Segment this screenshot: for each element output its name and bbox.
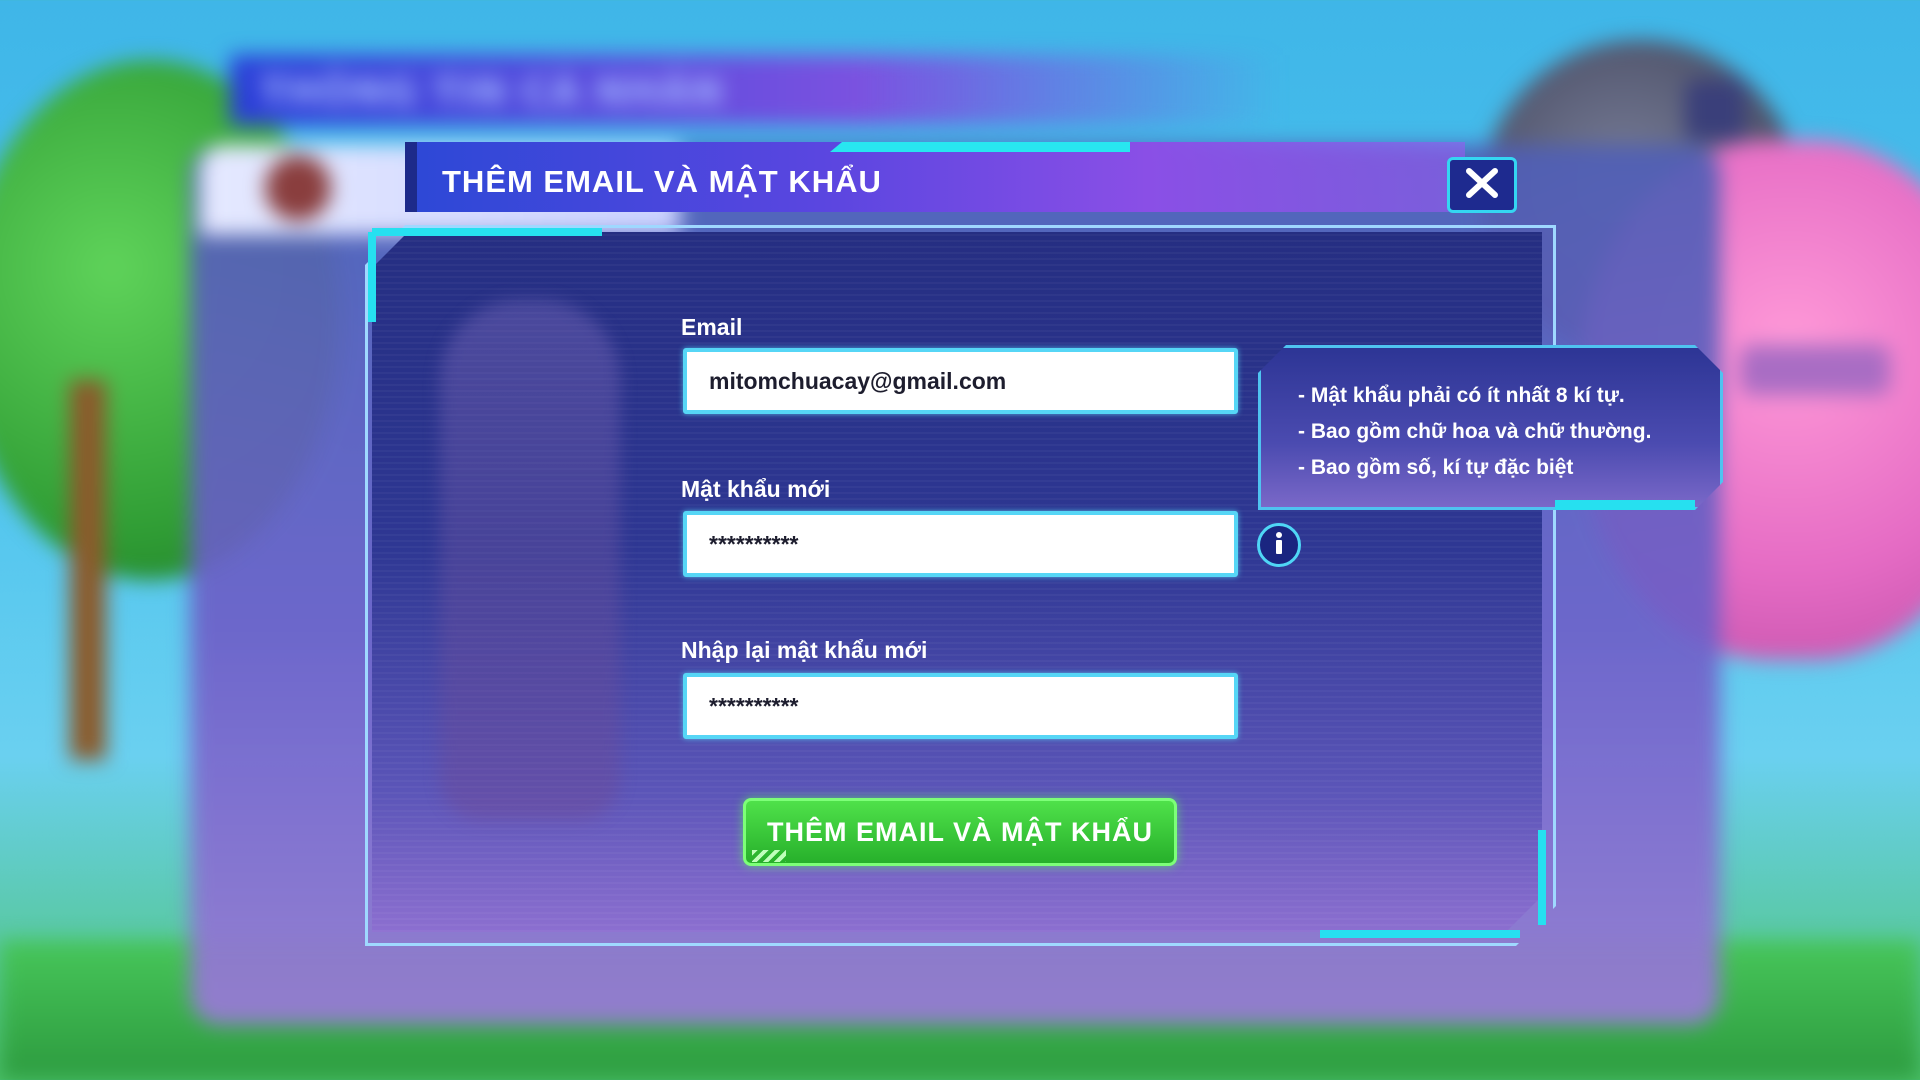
new-password-label: Mật khẩu mới	[681, 476, 831, 502]
close-button[interactable]	[1447, 157, 1517, 213]
character-silhouette	[440, 300, 620, 820]
email-input[interactable]	[683, 348, 1238, 414]
info-button[interactable]	[1257, 523, 1301, 567]
tooltip-accent-strip	[1555, 500, 1695, 510]
password-rule: - Mật khẩu phải có ít nhất 8 kí tự.	[1298, 384, 1625, 407]
accent-strip-top-left	[372, 228, 602, 236]
header-accent-stripe	[830, 142, 1130, 152]
submit-button[interactable]: THÊM EMAIL VÀ MẬT KHẨU	[743, 798, 1177, 866]
background-side-button	[1740, 345, 1890, 395]
new-password-input[interactable]	[683, 511, 1238, 577]
confirm-password-label: Nhập lại mật khẩu mới	[681, 637, 928, 663]
password-rules-list: - Mật khẩu phải có ít nhất 8 kí tự. - Ba…	[1298, 378, 1651, 486]
accent-strip-left	[368, 232, 376, 322]
password-rule: - Bao gồm số, kí tự đặc biệt	[1298, 456, 1574, 479]
accent-strip-bottom	[1320, 930, 1520, 938]
submit-button-stripes	[752, 850, 786, 862]
dialog-title: THÊM EMAIL VÀ MẬT KHẨU	[442, 164, 882, 199]
password-rule: - Bao gồm chữ hoa và chữ thường.	[1298, 420, 1652, 443]
background-close-button	[1685, 80, 1745, 140]
close-x-icon	[1465, 168, 1499, 202]
confirm-password-input[interactable]	[683, 673, 1238, 739]
info-icon	[1269, 530, 1289, 560]
accent-strip-right	[1538, 830, 1546, 925]
email-label: Email	[681, 314, 743, 340]
background-page-title: THÔNG TIN CÁ NHÂN	[260, 70, 724, 114]
background-tree-trunk	[70, 380, 106, 760]
background-avatar	[265, 155, 331, 221]
